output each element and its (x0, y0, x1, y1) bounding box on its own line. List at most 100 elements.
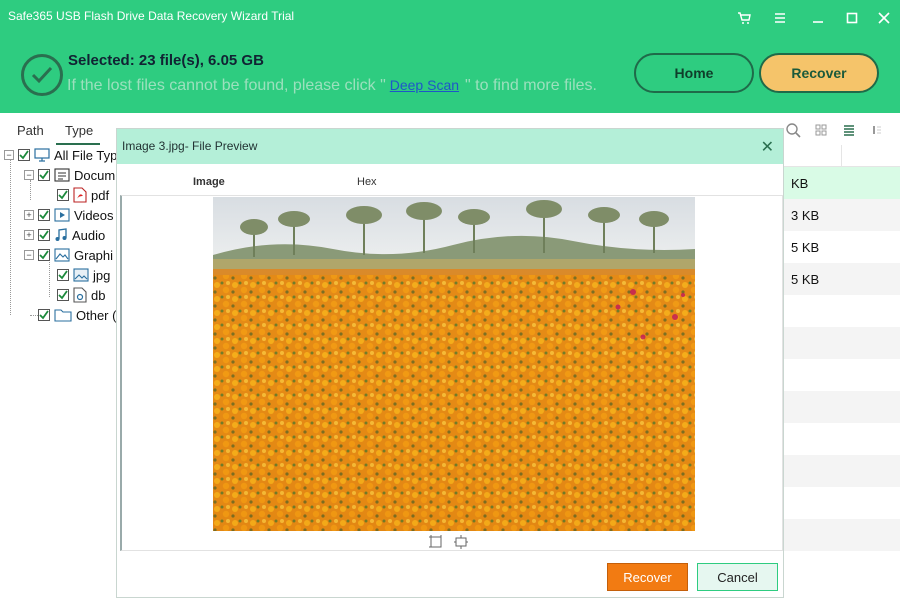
tab-image[interactable]: Image (193, 176, 225, 188)
empty-row (783, 455, 900, 487)
checkbox[interactable] (18, 149, 30, 161)
collapse-icon[interactable]: − (24, 250, 34, 260)
image-icon (54, 248, 70, 262)
tree-label: pdf (91, 187, 110, 203)
tree-label: Audio (72, 227, 106, 243)
checkbox[interactable] (38, 169, 50, 181)
tree-label: Graphi (74, 247, 114, 263)
tree-item-audio[interactable]: + Audio (24, 226, 105, 244)
empty-row (783, 551, 900, 583)
list-item[interactable]: 5 KB (783, 263, 900, 295)
pdf-file-icon (73, 187, 87, 203)
dialog-title-bar: Image 3.jpg- File Preview ✕ (117, 129, 783, 164)
tree-label: db (91, 287, 106, 303)
tree-connector (30, 315, 38, 316)
checkbox[interactable] (38, 209, 50, 221)
flower-field-image (213, 197, 695, 531)
list-view-icon[interactable] (841, 122, 857, 138)
view-toolbar (780, 118, 900, 142)
document-icon (54, 168, 70, 182)
thumbnail-view-icon[interactable] (813, 122, 829, 138)
dialog-cancel-button[interactable]: Cancel (697, 563, 778, 591)
file-size: 5 KB (791, 240, 820, 255)
tree-item-pdf[interactable]: pdf (57, 186, 109, 204)
folder-icon (54, 308, 72, 322)
list-item[interactable]: KB (783, 167, 900, 199)
empty-row (783, 359, 900, 391)
checkbox[interactable] (38, 309, 50, 321)
tree-item-db[interactable]: db (57, 286, 105, 304)
fit-to-window-icon[interactable] (428, 534, 444, 550)
column-divider (841, 145, 842, 167)
hint-suffix: " to find more files. (465, 77, 597, 94)
header-bar: Safe365 USB Flash Drive Data Recovery Wi… (0, 0, 900, 113)
tree-label: Other ( (76, 307, 117, 323)
file-list-header (783, 145, 900, 167)
actual-size-icon[interactable] (453, 534, 469, 550)
tree-label: jpg (93, 267, 111, 283)
close-icon[interactable] (874, 8, 894, 28)
tree-label: Docum (74, 167, 116, 183)
home-button[interactable]: Home (634, 53, 754, 93)
collapse-icon[interactable]: − (4, 150, 14, 160)
jpg-file-icon (73, 268, 89, 282)
expand-icon[interactable]: + (24, 210, 34, 220)
preview-controls (122, 532, 782, 550)
hint-prefix: If the lost files cannot be found, pleas… (67, 77, 386, 94)
tree-label: All File Typ (54, 147, 118, 163)
search-icon[interactable] (785, 122, 801, 138)
checkbox[interactable] (57, 289, 69, 301)
detail-view-icon[interactable] (869, 122, 885, 138)
checkbox[interactable] (38, 229, 50, 241)
tree-connector (49, 262, 50, 297)
tree-connector (10, 160, 11, 315)
active-tab-indicator (56, 143, 100, 145)
music-note-icon (54, 228, 68, 242)
db-file-icon (73, 287, 87, 303)
file-size: 3 KB (791, 208, 820, 223)
checkbox[interactable] (38, 249, 50, 261)
dialog-title: Image 3.jpg- File Preview (122, 139, 258, 153)
tree-item-graphics[interactable]: − Graphi (24, 246, 113, 264)
deep-scan-hint: If the lost files cannot be found, pleas… (67, 77, 597, 95)
empty-row (783, 391, 900, 423)
view-tabs: Path Type (0, 117, 120, 145)
list-item[interactable]: 3 KB (783, 199, 900, 231)
minimize-icon[interactable] (808, 8, 828, 28)
app-title: Safe365 USB Flash Drive Data Recovery Wi… (8, 9, 295, 23)
tree-label: Videos (74, 207, 114, 223)
empty-row (783, 295, 900, 327)
maximize-icon[interactable] (842, 8, 862, 28)
dialog-recover-button[interactable]: Recover (607, 563, 688, 591)
empty-row (783, 519, 900, 551)
empty-row (783, 423, 900, 455)
empty-row (783, 327, 900, 359)
file-size: 5 KB (791, 272, 820, 287)
image-preview-area (120, 195, 783, 551)
tree-item-all[interactable]: − All File Typ (4, 146, 117, 164)
tab-hex[interactable]: Hex (357, 176, 377, 188)
file-preview-dialog: Image 3.jpg- File Preview ✕ Image Hex Re… (116, 128, 784, 598)
list-item[interactable]: 5 KB (783, 231, 900, 263)
recover-button[interactable]: Recover (759, 53, 879, 93)
success-check-icon (21, 54, 63, 96)
collapse-icon[interactable]: − (24, 170, 34, 180)
empty-row (783, 487, 900, 519)
computer-icon (34, 148, 50, 162)
file-size: KB (791, 176, 809, 191)
dialog-close-icon[interactable]: ✕ (761, 137, 774, 157)
cart-icon[interactable] (734, 8, 754, 28)
tab-type[interactable]: Type (65, 123, 93, 138)
tree-item-jpg[interactable]: jpg (57, 266, 110, 284)
menu-icon[interactable] (770, 8, 790, 28)
deep-scan-link[interactable]: Deep Scan (390, 77, 459, 93)
tree-item-other[interactable]: Other ( (38, 306, 116, 324)
tab-path[interactable]: Path (17, 123, 44, 138)
checkbox[interactable] (57, 189, 69, 201)
video-icon (54, 208, 70, 222)
checkbox[interactable] (57, 269, 69, 281)
tree-item-documents[interactable]: − Docum (24, 166, 115, 184)
expand-icon[interactable]: + (24, 230, 34, 240)
selected-summary: Selected: 23 file(s), 6.05 GB (68, 52, 264, 69)
tree-item-videos[interactable]: + Videos (24, 206, 114, 224)
